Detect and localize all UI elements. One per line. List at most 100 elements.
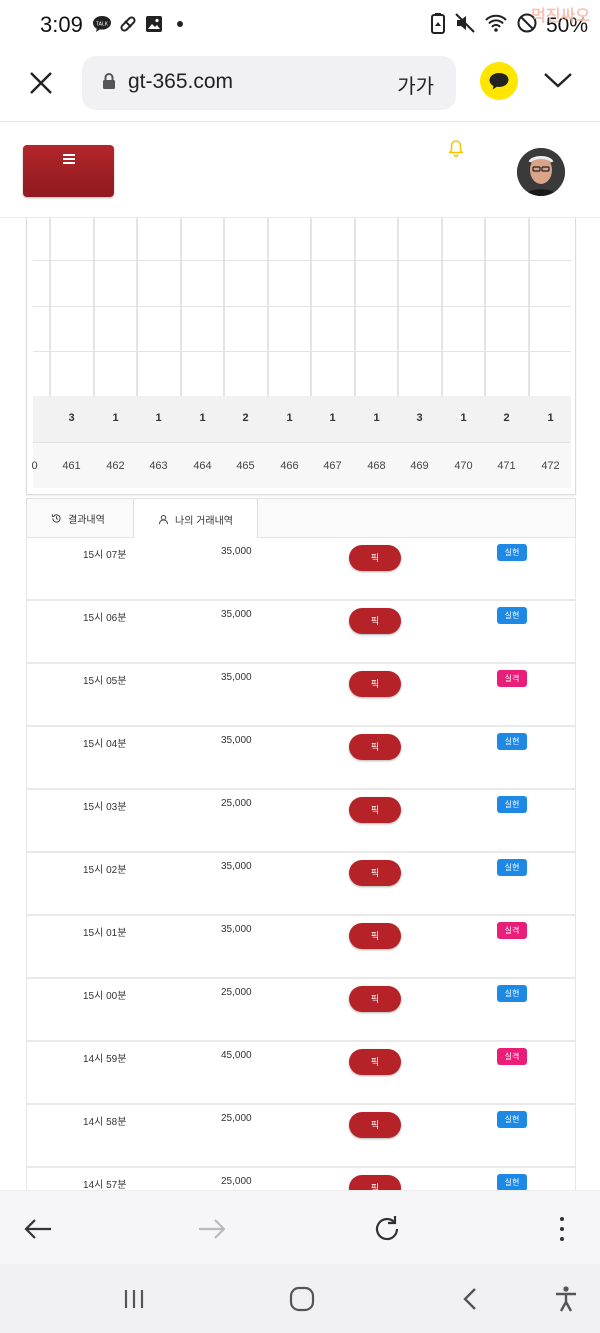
count-cell: 3 — [68, 412, 75, 424]
transaction-list: 15시 07분 35,000 픽 실현 15시 06분 35,000 픽 실현 … — [26, 538, 576, 1190]
history-tabs: 결과내역 나의 거래내역 — [26, 498, 576, 539]
pick-button[interactable]: 픽 — [349, 1175, 401, 1190]
round-grid: 3 1 1 1 2 1 1 1 3 1 2 1 0 461 462 463 46… — [26, 218, 576, 495]
home-button[interactable] — [287, 1284, 317, 1314]
browser-toolbar: gt-365.com 가가 — [0, 50, 600, 122]
count-cell: 1 — [155, 412, 162, 424]
list-item: 14시 57분 25,000 픽 실현 — [27, 1168, 575, 1190]
more-vertical-icon — [560, 1217, 564, 1241]
round-cell: 462 — [106, 460, 125, 472]
accessibility-button[interactable] — [551, 1284, 581, 1314]
forward-button[interactable] — [196, 1213, 228, 1245]
row-amount: 25,000 — [221, 1176, 252, 1187]
dot-icon — [170, 14, 190, 34]
result-badge: 실현 — [497, 1111, 527, 1128]
home-icon — [289, 1286, 315, 1312]
back-button[interactable] — [22, 1213, 54, 1245]
row-time: 15시 03분 — [83, 802, 127, 813]
row-time: 14시 58분 — [83, 1117, 127, 1128]
list-item: 14시 58분 25,000 픽 실현 — [27, 1105, 575, 1168]
count-cell: 1 — [199, 412, 206, 424]
result-badge: 실현 — [497, 544, 527, 561]
count-cell: 1 — [329, 412, 336, 424]
row-amount: 35,000 — [221, 735, 252, 746]
row-amount: 25,000 — [221, 1113, 252, 1124]
accessibility-icon — [556, 1286, 576, 1312]
list-item: 14시 59분 45,000 픽 실격 — [27, 1042, 575, 1105]
expand-toolbar-button[interactable] — [542, 70, 574, 95]
list-item: 15시 04분 35,000 픽 실현 — [27, 727, 575, 790]
result-badge: 실격 — [497, 1048, 527, 1065]
text-size-button[interactable]: 가가 — [397, 70, 434, 99]
kakao-talk-button[interactable] — [480, 62, 518, 100]
more-options-button[interactable] — [546, 1213, 578, 1245]
count-cell: 2 — [503, 412, 510, 424]
round-cell: 469 — [410, 460, 429, 472]
grid-line — [33, 306, 571, 307]
list-item: 15시 02분 35,000 픽 실현 — [27, 853, 575, 916]
pick-button[interactable]: 픽 — [349, 608, 401, 634]
list-item: 15시 05분 35,000 픽 실격 — [27, 664, 575, 727]
arrow-left-icon — [24, 1219, 51, 1239]
row-amount: 35,000 — [221, 924, 252, 935]
reload-button[interactable] — [371, 1213, 403, 1245]
address-bar[interactable]: gt-365.com 가가 — [82, 56, 456, 110]
status-bar: 3:09 TALK 50% 먹진싸오 — [0, 0, 600, 50]
list-item: 15시 06분 35,000 픽 실현 — [27, 601, 575, 664]
url-text: gt-365.com — [128, 70, 234, 93]
pick-button[interactable]: 픽 — [349, 860, 401, 886]
arrow-right-icon — [199, 1219, 226, 1239]
history-icon — [51, 513, 61, 523]
system-back-button[interactable] — [455, 1284, 485, 1314]
list-item: 15시 07분 35,000 픽 실현 — [27, 538, 575, 601]
pick-button[interactable]: 픽 — [349, 1112, 401, 1138]
round-cell: 464 — [193, 460, 212, 472]
chat-bubble-icon — [489, 73, 509, 90]
result-badge: 실현 — [497, 733, 527, 750]
list-item: 15시 03분 25,000 픽 실현 — [27, 790, 575, 853]
pick-button[interactable]: 픽 — [349, 923, 401, 949]
row-time: 15시 07분 — [83, 550, 127, 561]
row-amount: 25,000 — [221, 987, 252, 998]
chevron-down-icon — [544, 73, 572, 88]
lock-icon — [102, 72, 116, 95]
round-cell: 466 — [280, 460, 299, 472]
count-cell: 3 — [416, 412, 423, 424]
pick-button[interactable]: 픽 — [349, 1049, 401, 1075]
list-item: 15시 01분 35,000 픽 실격 — [27, 916, 575, 979]
pick-button[interactable]: 픽 — [349, 671, 401, 697]
row-time: 15시 04분 — [83, 739, 127, 750]
pick-button[interactable]: 픽 — [349, 986, 401, 1012]
talk-icon: TALK — [92, 14, 112, 34]
round-cell: 467 — [323, 460, 342, 472]
round-cell: 461 — [62, 460, 81, 472]
pick-button[interactable]: 픽 — [349, 734, 401, 760]
list-item: 15시 00분 25,000 픽 실현 — [27, 979, 575, 1042]
pill-icon — [118, 14, 138, 34]
row-amount: 35,000 — [221, 609, 252, 620]
reload-icon — [375, 1216, 399, 1241]
pick-button[interactable]: 픽 — [349, 797, 401, 823]
row-time: 14시 59분 — [83, 1054, 127, 1065]
round-cell: 470 — [454, 460, 473, 472]
result-badge: 실현 — [497, 859, 527, 876]
row-amount: 25,000 — [221, 798, 252, 809]
tab-results[interactable]: 결과내역 — [51, 498, 105, 538]
recent-apps-button[interactable] — [119, 1284, 149, 1314]
round-cell: 468 — [367, 460, 386, 472]
browser-bottom-bar — [0, 1190, 600, 1264]
close-tab-button[interactable] — [24, 66, 58, 100]
row-time: 15시 01분 — [83, 928, 127, 939]
user-avatar[interactable] — [517, 148, 565, 196]
pick-button[interactable]: 픽 — [349, 545, 401, 571]
result-badge: 실현 — [497, 796, 527, 813]
tab-my-history-label: 나의 거래내역 — [175, 515, 233, 527]
row-time: 14시 57분 — [83, 1180, 127, 1190]
round-cell: 472 — [541, 460, 560, 472]
tab-my-history[interactable]: 나의 거래내역 — [133, 498, 258, 539]
round-number-row: 0 461 462 463 464 465 466 467 468 469 47… — [31, 442, 571, 488]
notification-bell-icon[interactable] — [448, 139, 464, 162]
menu-button[interactable] — [23, 145, 114, 197]
row-amount: 45,000 — [221, 1050, 252, 1061]
row-time: 15시 02분 — [83, 865, 127, 876]
